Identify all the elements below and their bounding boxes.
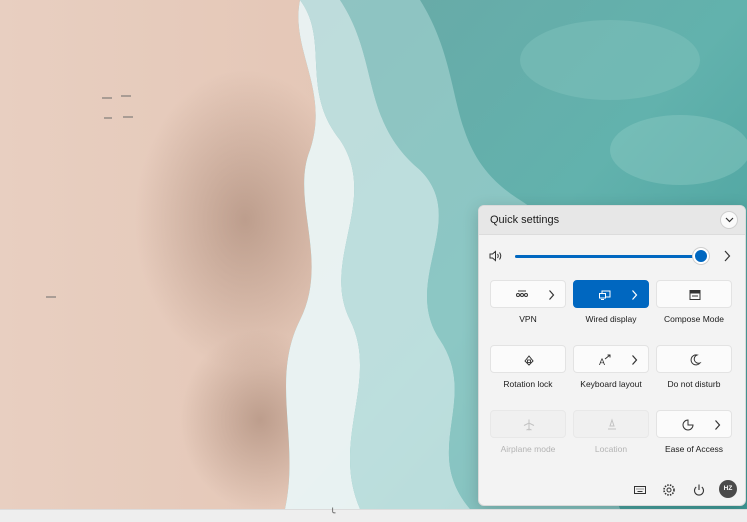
tile-do-not-disturb[interactable] [656, 345, 732, 373]
tile-rotation-lock[interactable] [490, 345, 566, 373]
tile-ease-of-access[interactable] [656, 410, 732, 438]
keyboard-layout-icon: A [599, 354, 611, 367]
tile-label-rotation-lock: Rotation lock [503, 379, 553, 389]
rotation-lock-icon [524, 355, 534, 366]
keyboard-layout-chevron-right-icon[interactable] [631, 354, 638, 366]
quick-settings-title: Quick settings [490, 214, 560, 226]
taskbar: ╰ [0, 508, 747, 522]
quick-settings-footer: HZ [479, 474, 745, 505]
tile-wired-display[interactable] [573, 280, 649, 308]
tile-label-keyboard-layout: Keyboard layout [580, 379, 642, 389]
airplane-icon [523, 419, 535, 431]
tile-keyboard-layout[interactable]: A [573, 345, 649, 373]
vpn-chevron-right-icon[interactable] [548, 289, 555, 301]
volume-slider[interactable] [515, 255, 707, 258]
audio-output-chevron-right-icon[interactable] [722, 249, 732, 263]
taskbar-app-icon[interactable]: ╰ [330, 508, 335, 519]
chevron-down-icon [725, 217, 734, 223]
moon-icon [690, 354, 702, 366]
wired-display-icon [599, 290, 611, 300]
collapse-button[interactable] [720, 211, 738, 229]
tile-label-location: Location [594, 444, 628, 454]
volume-slider-fill [515, 255, 702, 258]
speaker-icon[interactable] [489, 250, 503, 262]
quick-settings-panel: Quick settings VPN Wired display Compose… [478, 205, 746, 506]
tile-label-compose-mode: Compose Mode [663, 314, 724, 324]
location-icon [608, 418, 616, 430]
tile-compose-mode[interactable] [656, 280, 732, 308]
tile-label-vpn: VPN [519, 314, 537, 324]
gear-icon[interactable] [662, 483, 676, 497]
keyboard-icon[interactable] [633, 483, 647, 497]
svg-text:A: A [599, 357, 605, 367]
volume-slider-thumb[interactable] [693, 248, 710, 264]
ease-of-access-chevron-right-icon[interactable] [714, 419, 721, 431]
ease-of-access-icon [682, 419, 694, 431]
wired-display-chevron-right-icon[interactable] [631, 289, 638, 301]
tile-vpn[interactable] [490, 280, 566, 308]
tile-airplane-mode[interactable] [490, 410, 566, 438]
tile-label-do-not-disturb: Do not disturb [667, 379, 721, 389]
tile-label-ease-of-access: Ease of Access [664, 444, 724, 454]
user-avatar[interactable]: HZ [719, 480, 737, 498]
compose-mode-icon [689, 290, 701, 300]
quick-settings-header: Quick settings [479, 206, 745, 235]
tile-label-airplane-mode: Airplane mode [500, 444, 556, 454]
tile-location[interactable] [573, 410, 649, 438]
power-icon[interactable] [692, 483, 706, 497]
tile-label-wired-display: Wired display [585, 314, 637, 324]
vpn-icon [516, 290, 528, 297]
